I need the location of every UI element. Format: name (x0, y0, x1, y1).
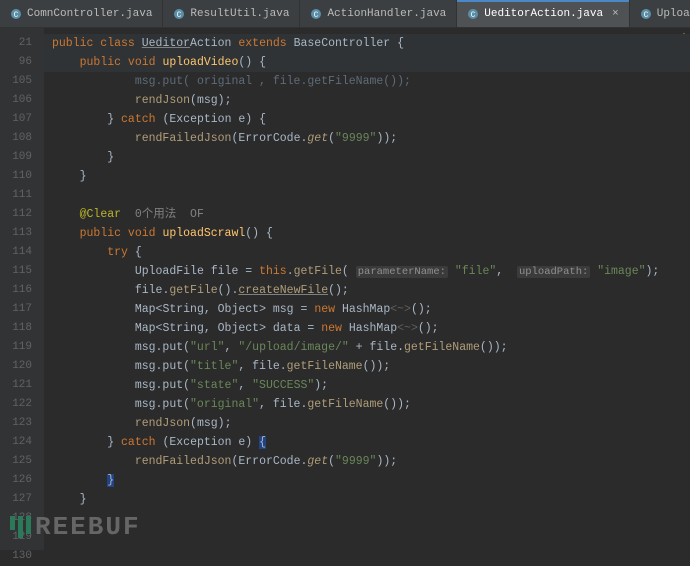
class-icon: C (310, 8, 322, 20)
class-icon: C (10, 8, 22, 20)
line-gutter: 21 96 105 106 107 108 109 110 111 112 11… (0, 28, 44, 550)
editor-tabs: C ComnController.java C ResultUtil.java … (0, 0, 690, 28)
code-line: } (44, 490, 690, 509)
watermark: REEBUF (10, 512, 141, 542)
sticky-class-line: public class UeditorAction extends BaseC… (44, 34, 690, 53)
sticky-method-line: public void uploadVideo() { (44, 53, 690, 72)
class-icon: C (173, 8, 185, 20)
tab-label: UeditorAction.java (484, 8, 603, 20)
tab-label: ComnController.java (27, 8, 152, 20)
code-line: @Clear 0个用法 OF (44, 205, 690, 224)
tab-label: ActionHandler.java (327, 8, 446, 20)
code-line: rendJson(msg); (44, 414, 690, 433)
tab-uploadfile[interactable]: C UploadFile.class (630, 0, 690, 27)
code-area[interactable]: public class UeditorAction extends BaseC… (44, 28, 690, 550)
code-line: msg.put("title", file.getFileName()); (44, 357, 690, 376)
code-line: rendFailedJson(ErrorCode.get("9999")); (44, 452, 690, 471)
code-line: public void uploadScrawl() { (44, 224, 690, 243)
svg-text:C: C (14, 11, 19, 20)
code-line: try { (44, 243, 690, 262)
tab-ueditoraction[interactable]: C UeditorAction.java × (457, 0, 629, 27)
svg-text:C: C (643, 11, 648, 20)
code-line: Map<String, Object> data = new HashMap<~… (44, 319, 690, 338)
svg-text:C: C (177, 11, 182, 20)
watermark-bars-icon (10, 516, 31, 538)
code-line: rendFailedJson(ErrorCode.get("9999")); (44, 129, 690, 148)
tab-label: ResultUtil.java (190, 8, 289, 20)
code-line: } catch (Exception e) { (44, 433, 690, 452)
tab-resultutil[interactable]: C ResultUtil.java (163, 0, 300, 27)
class-icon: C (467, 8, 479, 20)
tab-comncontroller[interactable]: C ComnController.java (0, 0, 163, 27)
code-line: rendJson(msg); (44, 91, 690, 110)
svg-text:C: C (471, 11, 476, 20)
code-line: msg.put("url", "/upload/image/" + file.g… (44, 338, 690, 357)
code-line: msg.put("original", file.getFileName()); (44, 395, 690, 414)
class-icon: C (640, 8, 652, 20)
code-line: } catch (Exception e) { (44, 110, 690, 129)
svg-text:C: C (314, 11, 319, 20)
code-line: msg.put( original , file.getFileName()); (44, 72, 690, 91)
close-icon[interactable]: × (612, 8, 619, 20)
code-line: } (44, 148, 690, 167)
code-editor[interactable]: 21 96 105 106 107 108 109 110 111 112 11… (0, 28, 690, 550)
code-line: Map<String, Object> msg = new HashMap<~>… (44, 300, 690, 319)
code-line: UploadFile file = this.getFile( paramete… (44, 262, 690, 281)
code-line: } (44, 167, 690, 186)
code-line: msg.put("state", "SUCCESS"); (44, 376, 690, 395)
tab-label: UploadFile.class (657, 8, 690, 20)
code-line (44, 528, 690, 547)
code-line (44, 186, 690, 205)
code-line (44, 509, 690, 528)
tab-actionhandler[interactable]: C ActionHandler.java (300, 0, 457, 27)
code-line: } (44, 471, 690, 490)
code-line: file.getFile().createNewFile(); (44, 281, 690, 300)
